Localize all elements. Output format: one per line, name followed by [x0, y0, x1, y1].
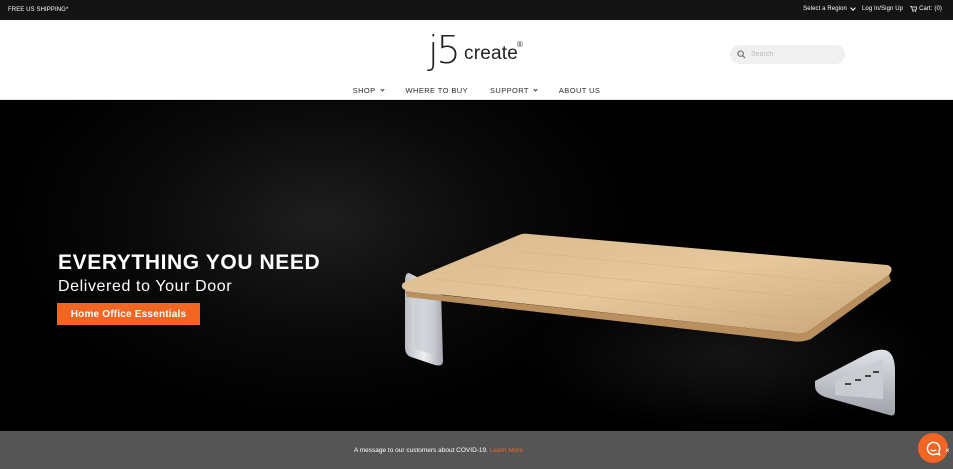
nav-where-to-buy[interactable]: WHERE TO BUY	[395, 83, 479, 97]
chat-bubble-icon	[926, 441, 941, 456]
chevron-down-icon	[850, 5, 856, 11]
close-icon[interactable]: ×	[945, 446, 950, 455]
nav-about-us[interactable]: ABOUT US	[548, 83, 611, 97]
covid-message-text: A message to our customers about COVID-1…	[353, 447, 488, 454]
nav-shop-label: SHOP	[352, 85, 376, 95]
region-label: Select a Region	[803, 6, 847, 12]
registered-mark: ®	[517, 40, 523, 49]
top-bar-actions: Select a Region Log In/Sign Up Cart: (0)	[803, 5, 942, 12]
logo-main-text: j5	[428, 28, 461, 72]
monitor-stand-image	[401, 233, 895, 416]
learn-more-link[interactable]: Learn More	[490, 447, 523, 454]
chevron-down-icon	[533, 86, 538, 92]
hero-headline: EVERYTHING YOU NEED	[58, 251, 321, 274]
chat-button[interactable]	[918, 433, 948, 463]
search-box[interactable]	[730, 45, 845, 64]
hero-subheadline: Delivered to Your Door	[58, 278, 233, 295]
free-shipping-promo[interactable]: FREE US SHIPPING*	[8, 7, 68, 13]
main-nav: SHOP WHERE TO BUY SUPPORT ABOUT US	[0, 83, 953, 97]
home-office-essentials-button[interactable]: Home Office Essentials	[57, 303, 200, 325]
search-icon	[737, 50, 746, 59]
logo-sub-text: create	[464, 43, 519, 64]
chevron-down-icon	[379, 86, 385, 92]
nav-shop[interactable]: SHOP	[342, 83, 395, 97]
search-input[interactable]	[751, 48, 839, 61]
cart-icon	[910, 6, 918, 12]
covid-message: A message to our customers about COVID-1…	[0, 447, 877, 454]
site-header: j5 create ® SHOP WHERE TO BUY SUPPORT AB…	[0, 20, 953, 100]
j5create-logo[interactable]: j5 create ®	[428, 28, 524, 74]
top-bar: FREE US SHIPPING* Select a Region Log In…	[0, 0, 953, 20]
hero-banner: EVERYTHING YOU NEED Delivered to Your Do…	[0, 101, 953, 431]
nav-where-to-buy-label: WHERE TO BUY	[405, 85, 468, 95]
cart-link[interactable]: Cart: (0)	[910, 6, 942, 12]
covid-notice-bar: A message to our customers about COVID-1…	[0, 431, 953, 469]
nav-support-label: SUPPORT	[489, 85, 529, 95]
login-link[interactable]: Log In/Sign Up	[862, 6, 903, 12]
cart-label: Cart: (0)	[919, 6, 942, 12]
nav-support[interactable]: SUPPORT	[479, 83, 548, 97]
region-selector[interactable]: Select a Region	[803, 5, 856, 12]
nav-about-us-label: ABOUT US	[558, 85, 601, 95]
